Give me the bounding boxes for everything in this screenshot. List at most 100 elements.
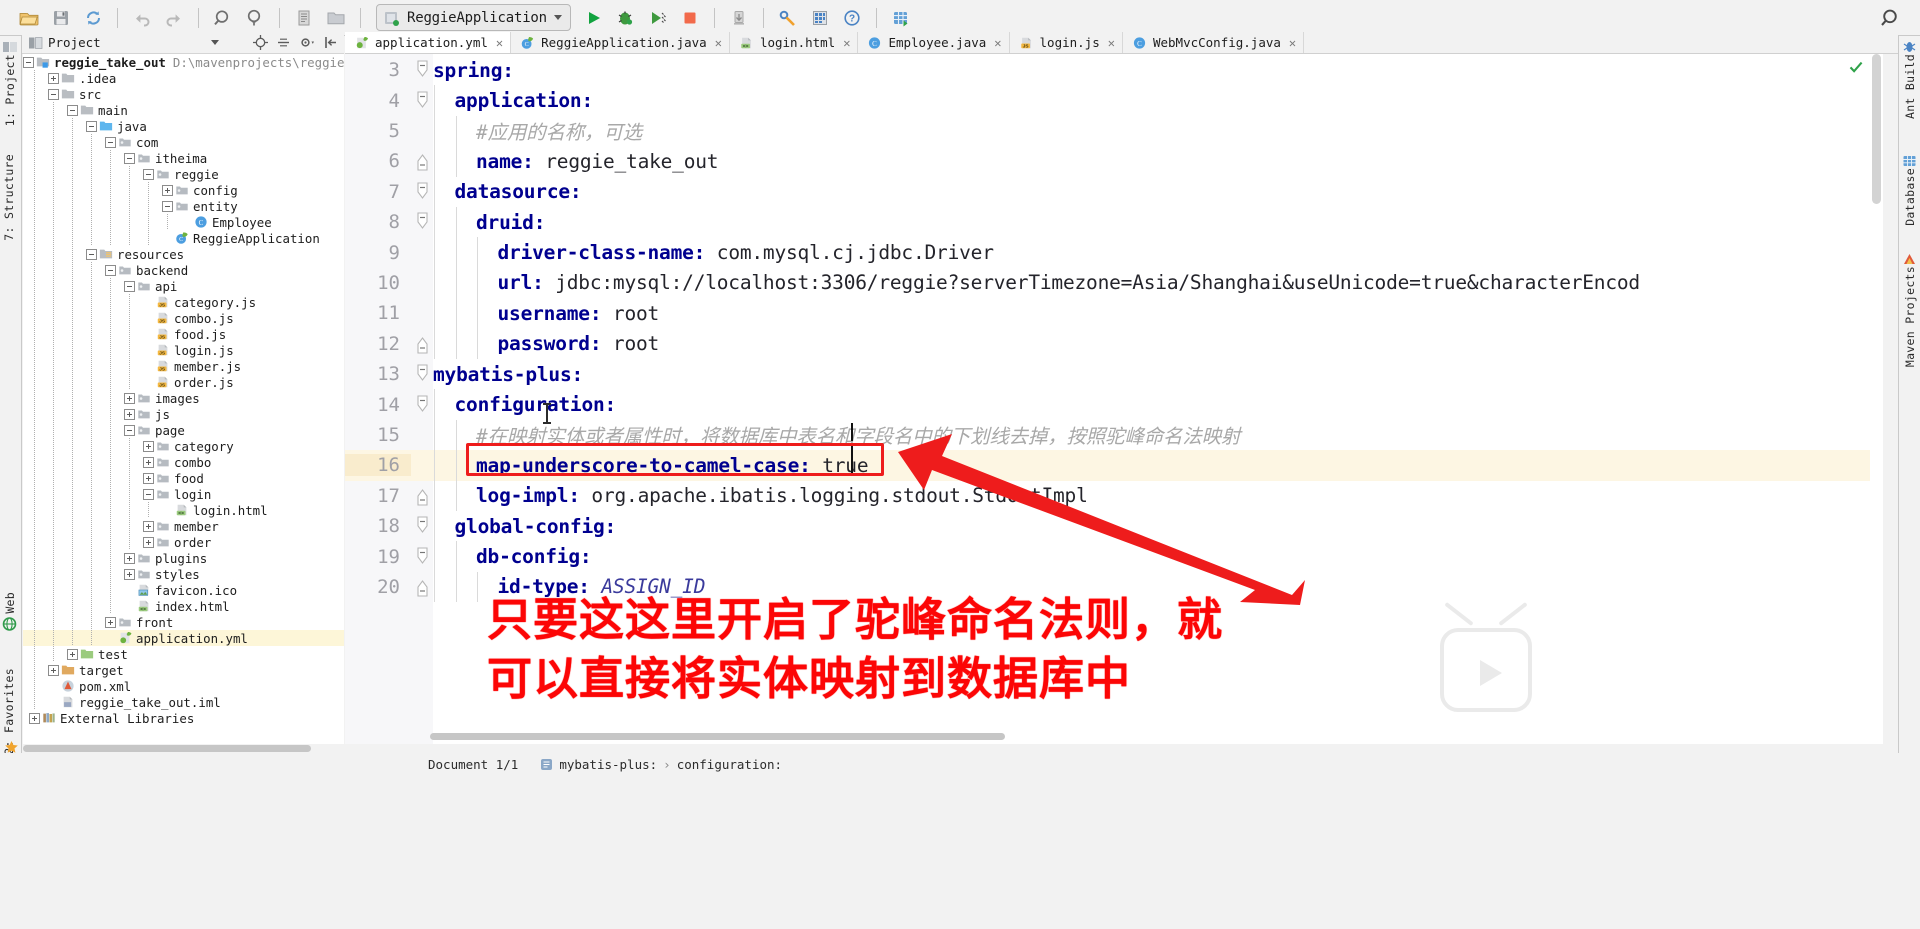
tree-horizontal-scrollbar[interactable]	[23, 744, 344, 753]
close-icon[interactable]: ✕	[843, 36, 850, 50]
code-fold-toggle[interactable]	[411, 515, 433, 537]
editor-tab-webmvcconfig-java[interactable]: C WebMvcConfig.java ✕	[1122, 32, 1305, 53]
tree-item-config[interactable]: config	[23, 182, 344, 198]
tree-item-order-js[interactable]: JS order.js	[23, 374, 344, 390]
tree-toggle[interactable]	[124, 392, 135, 404]
tree-toggle[interactable]	[162, 184, 173, 196]
run-coverage-icon[interactable]	[643, 4, 673, 32]
tree-item-main[interactable]: main	[23, 102, 344, 118]
tree-toggle[interactable]	[143, 520, 154, 532]
code-line-5[interactable]: 5 #应用的名称，可选	[345, 115, 1883, 147]
settings-gear-icon[interactable]	[299, 35, 316, 50]
tree-toggle[interactable]	[29, 712, 40, 724]
tree-toggle[interactable]	[105, 633, 116, 644]
tree-toggle[interactable]	[124, 408, 135, 420]
tree-toggle[interactable]	[48, 697, 59, 708]
tree-item-application-yml[interactable]: application.yml	[23, 630, 344, 646]
editor-tab-application-yml[interactable]: application.yml ✕	[345, 32, 512, 53]
tree-item-combo[interactable]: combo	[23, 454, 344, 470]
sidebar-item-web[interactable]: Web	[2, 592, 17, 631]
tree-toggle[interactable]	[143, 536, 154, 548]
code-fold-toggle[interactable]	[411, 394, 433, 416]
tree-toggle[interactable]	[162, 200, 173, 212]
tree-item--idea[interactable]: .idea	[23, 70, 344, 86]
inspection-status-icon[interactable]	[1849, 60, 1863, 74]
tree-toggle[interactable]	[143, 329, 154, 340]
tree-item-member-js[interactable]: JS member.js	[23, 358, 344, 374]
tree-toggle[interactable]	[48, 72, 59, 84]
project-file-tree[interactable]: reggie_take_out D:\mavenprojects\reggie_t…	[23, 54, 344, 744]
tree-item-test[interactable]: test	[23, 646, 344, 662]
tree-toggle[interactable]	[143, 488, 154, 500]
tree-toggle[interactable]	[86, 248, 97, 260]
tree-item-employee[interactable]: C Employee	[23, 214, 344, 230]
editor-hscroll-thumb[interactable]	[430, 733, 1005, 740]
code-line-9[interactable]: 9 driver-class-name: com.mysql.cj.jdbc.Dr…	[345, 237, 1883, 268]
stop-icon[interactable]	[675, 4, 705, 32]
tree-item-login-html[interactable]: <> login.html	[23, 502, 344, 518]
tree-item-food[interactable]: food	[23, 470, 344, 486]
code-line-6[interactable]: 6 name: reggie_take_out	[345, 146, 1883, 177]
editor-tab-bar[interactable]: application.yml ✕ C ReggieApplication.java ✕…	[345, 32, 1898, 54]
tree-item-target[interactable]: target	[23, 662, 344, 678]
sidebar-item-ant-build[interactable]: Ant Build	[1902, 40, 1917, 119]
hide-panel-icon[interactable]	[324, 35, 338, 50]
tree-toggle[interactable]	[124, 552, 135, 564]
settings-wrench-icon[interactable]	[773, 4, 803, 32]
tree-item-pom-xml[interactable]: pom.xml	[23, 678, 344, 694]
replace-icon[interactable]	[240, 4, 270, 32]
close-icon[interactable]: ✕	[1289, 36, 1296, 50]
update-app-icon[interactable]	[724, 4, 754, 32]
code-line-13[interactable]: 13 mybatis-plus:	[345, 359, 1883, 389]
sync-refresh-icon[interactable]	[78, 4, 108, 32]
tree-toggle[interactable]	[124, 601, 135, 612]
code-line-12[interactable]: 12 password: root	[345, 328, 1883, 359]
tree-toggle[interactable]	[143, 345, 154, 356]
help-icon[interactable]: ?	[837, 4, 867, 32]
tree-toggle[interactable]	[143, 297, 154, 308]
code-line-7[interactable]: 7 datasource:	[345, 176, 1883, 207]
close-icon[interactable]: ✕	[994, 36, 1001, 50]
tree-item-reggie[interactable]: reggie	[23, 166, 344, 182]
code-fold-toggle[interactable]	[411, 59, 433, 81]
code-line-16[interactable]: 16 map-underscore-to-camel-case: true	[345, 450, 1883, 481]
code-line-4[interactable]: 4 application:	[345, 85, 1883, 116]
code-fold-toggle[interactable]	[411, 150, 433, 172]
tree-toggle[interactable]	[23, 56, 34, 68]
tree-item-api[interactable]: api	[23, 278, 344, 294]
editor-tab-employee-java[interactable]: C Employee.java ✕	[858, 32, 1010, 53]
editor-vscroll-thumb[interactable]	[1872, 54, 1881, 204]
tree-item-images[interactable]: images	[23, 390, 344, 406]
code-line-10[interactable]: 10 url: jdbc:mysql://localhost:3306/reggi…	[345, 267, 1883, 299]
tree-toggle[interactable]	[124, 152, 135, 164]
debug-icon[interactable]	[611, 4, 641, 32]
tree-toggle[interactable]	[143, 456, 154, 468]
code-fold-toggle[interactable]	[411, 363, 433, 385]
search-icon[interactable]	[208, 4, 238, 32]
run-configuration-selector[interactable]: ReggieApplication	[376, 4, 571, 31]
tree-toggle[interactable]	[143, 361, 154, 372]
favorites-star-icon[interactable]	[4, 740, 19, 755]
tree-item-reggieapplication[interactable]: C ReggieApplication	[23, 230, 344, 246]
tree-item-category-js[interactable]: JS category.js	[23, 294, 344, 310]
tree-toggle[interactable]	[143, 168, 154, 180]
tree-item-java[interactable]: java	[23, 118, 344, 134]
tree-item-login-js[interactable]: JS login.js	[23, 342, 344, 358]
tree-item-favicon-ico[interactable]: favicon.ico	[23, 582, 344, 598]
editor-horizontal-scrollbar[interactable]	[430, 732, 1535, 741]
sidebar-item-structure[interactable]: 7: Structure	[2, 154, 16, 241]
sidebar-item-project[interactable]: 1: Project	[2, 40, 18, 126]
tree-toggle[interactable]	[67, 104, 78, 116]
tree-item-reggie-take-out-iml[interactable]: reggie_take_out.iml	[23, 694, 344, 710]
close-icon[interactable]: ✕	[496, 36, 503, 50]
collapse-all-icon[interactable]	[276, 35, 291, 50]
code-line-18[interactable]: 18 global-config:	[345, 511, 1883, 542]
editor-tab-reggieapplication-java[interactable]: C ReggieApplication.java ✕	[511, 32, 730, 53]
tree-item-order[interactable]: order	[23, 534, 344, 550]
code-fold-toggle[interactable]	[411, 546, 433, 568]
code-fold-toggle[interactable]	[411, 485, 433, 507]
tree-toggle[interactable]	[105, 136, 116, 148]
sidebar-item-database[interactable]: Database	[1902, 154, 1917, 226]
database-icon[interactable]	[886, 4, 916, 32]
tree-toggle[interactable]	[143, 377, 154, 388]
